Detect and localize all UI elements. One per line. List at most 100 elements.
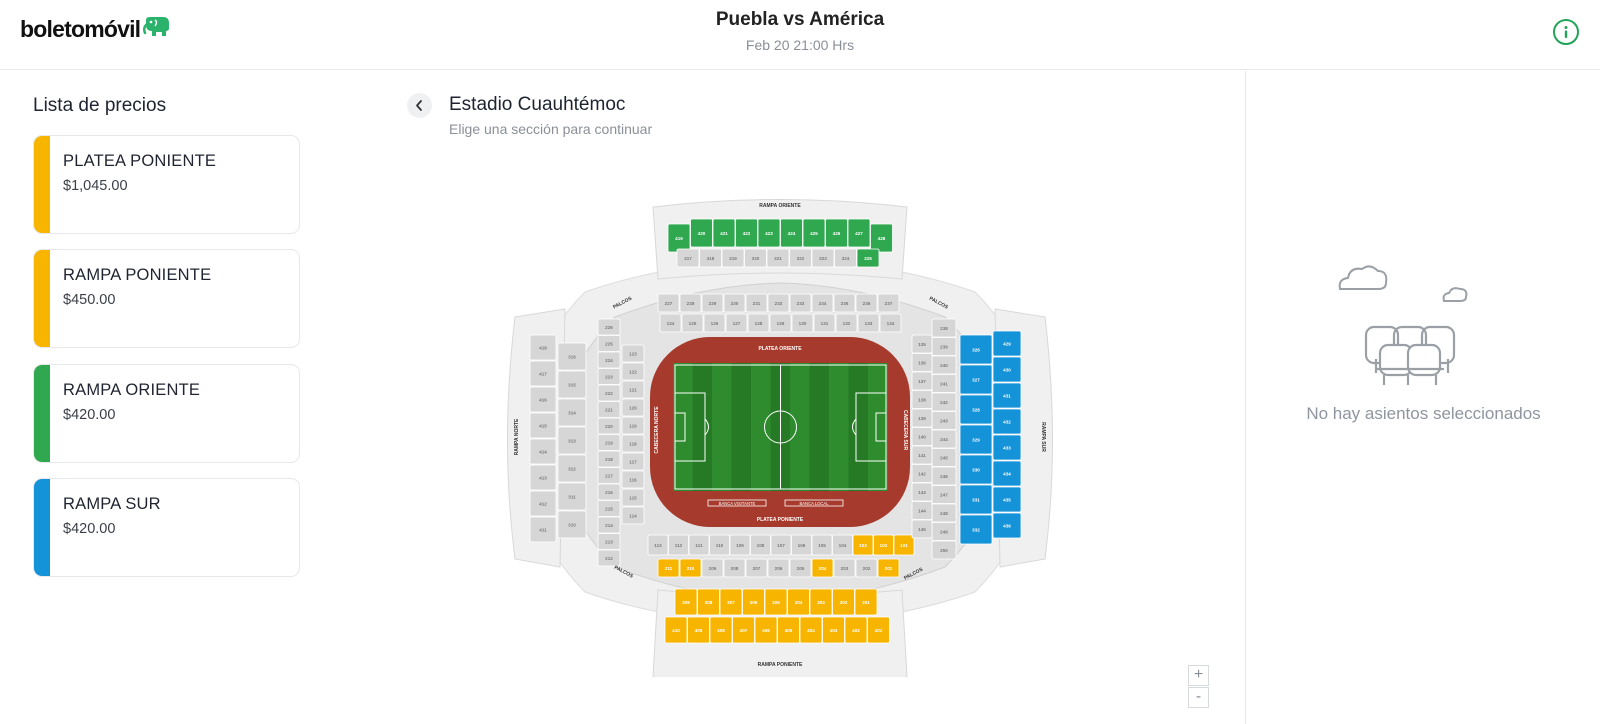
svg-text:245: 245 <box>940 455 948 460</box>
back-button[interactable] <box>407 93 432 118</box>
svg-text:228: 228 <box>687 301 695 306</box>
section-401[interactable]: 401 <box>867 616 890 644</box>
svg-text:135: 135 <box>918 342 926 347</box>
section-237: 237 <box>877 293 900 313</box>
section-101[interactable]: 101 <box>893 534 915 556</box>
section-126: 126 <box>703 313 726 333</box>
section-325[interactable]: 325 <box>856 248 880 268</box>
svg-text:125: 125 <box>689 321 697 326</box>
svg-text:428: 428 <box>878 236 886 241</box>
selection-panel: No hay asientos seleccionados <box>1245 71 1600 724</box>
section-426[interactable]: 426 <box>825 218 848 248</box>
svg-text:208: 208 <box>731 566 739 571</box>
section-407[interactable]: 407 <box>732 616 755 644</box>
section-102[interactable]: 102 <box>873 534 894 556</box>
svg-text:239: 239 <box>940 344 948 349</box>
section-429[interactable]: 429 <box>992 330 1022 357</box>
section-301[interactable]: 301 <box>854 588 878 616</box>
section-323: 323 <box>811 248 835 268</box>
price-card-rampa-sur[interactable]: RAMPA SUR $420.00 <box>33 478 300 577</box>
svg-text:246: 246 <box>940 474 948 479</box>
section-434[interactable]: 434 <box>992 460 1022 487</box>
section-106: 106 <box>791 534 812 556</box>
section-406[interactable]: 406 <box>754 616 778 644</box>
section-302[interactable]: 302 <box>832 588 855 616</box>
svg-text:144: 144 <box>918 508 926 513</box>
svg-text:405: 405 <box>785 628 793 633</box>
svg-text:235: 235 <box>841 301 849 306</box>
section-326[interactable]: 326 <box>959 334 993 365</box>
section-308[interactable]: 308 <box>697 588 720 616</box>
svg-text:127: 127 <box>733 321 741 326</box>
section-403[interactable]: 403 <box>822 616 845 644</box>
section-329[interactable]: 329 <box>959 424 993 455</box>
svg-text:303: 303 <box>817 600 825 605</box>
section-210[interactable]: 210 <box>679 558 702 578</box>
section-435[interactable]: 435 <box>992 486 1022 513</box>
section-307[interactable]: 307 <box>719 588 743 616</box>
stadium-map[interactable]: 419 420 421 422 423 424 425 426 427 428 317 318 319 3… <box>490 197 1070 685</box>
section-404[interactable]: 404 <box>799 616 823 644</box>
section-405[interactable]: 405 <box>777 616 800 644</box>
section-428[interactable]: 428 <box>870 223 893 253</box>
section-409[interactable]: 409 <box>687 616 710 644</box>
section-432[interactable]: 432 <box>992 408 1022 435</box>
section-424[interactable]: 424 <box>780 218 803 248</box>
section-303[interactable]: 303 <box>809 588 833 616</box>
svg-text:119: 119 <box>629 423 637 428</box>
section-423[interactable]: 423 <box>757 218 781 248</box>
section-330[interactable]: 330 <box>959 454 993 485</box>
zoom-in-button[interactable]: + <box>1188 665 1209 686</box>
svg-text:227: 227 <box>665 301 673 306</box>
section-433[interactable]: 433 <box>992 434 1022 461</box>
section-332[interactable]: 332 <box>959 514 993 545</box>
section-425[interactable]: 425 <box>802 218 826 248</box>
svg-text:304: 304 <box>795 600 803 605</box>
section-327[interactable]: 327 <box>959 364 993 395</box>
section-436[interactable]: 436 <box>992 512 1022 539</box>
section-430[interactable]: 430 <box>992 356 1022 383</box>
section-427[interactable]: 427 <box>847 218 871 248</box>
section-420[interactable]: 420 <box>690 218 713 248</box>
section-204[interactable]: 204 <box>811 558 834 578</box>
section-419[interactable]: 419 <box>667 223 691 253</box>
section-422[interactable]: 422 <box>735 218 758 248</box>
section-212: 212 <box>597 549 621 567</box>
section-304[interactable]: 304 <box>787 588 810 616</box>
section-408[interactable]: 408 <box>709 616 733 644</box>
section-103[interactable]: 103 <box>852 534 874 556</box>
svg-text:114: 114 <box>629 513 637 518</box>
section-421[interactable]: 421 <box>712 218 736 248</box>
section-217: 217 <box>597 467 621 484</box>
section-309[interactable]: 309 <box>674 588 698 616</box>
section-410[interactable]: 410 <box>664 616 688 644</box>
svg-text:130: 130 <box>799 321 807 326</box>
section-331[interactable]: 331 <box>959 484 993 515</box>
section-321: 321 <box>766 248 790 268</box>
svg-text:214: 214 <box>605 523 613 528</box>
svg-text:222: 222 <box>605 391 613 396</box>
section-145: 145 <box>911 519 933 539</box>
section-208: 208 <box>723 558 746 578</box>
price-card-rampa-poniente[interactable]: RAMPA PONIENTE $450.00 <box>33 249 300 348</box>
section-138: 138 <box>911 390 933 409</box>
section-306[interactable]: 306 <box>742 588 765 616</box>
svg-text:132: 132 <box>843 321 851 326</box>
section-402[interactable]: 402 <box>844 616 868 644</box>
info-icon[interactable] <box>1553 19 1579 45</box>
svg-text:242: 242 <box>940 400 948 405</box>
section-144: 144 <box>911 501 933 520</box>
section-305[interactable]: 305 <box>764 588 788 616</box>
section-220: 220 <box>597 417 621 435</box>
section-118: 118 <box>621 434 645 453</box>
section-211[interactable]: 211 <box>657 558 680 578</box>
section-245: 245 <box>931 448 957 467</box>
price-card-rampa-oriente[interactable]: RAMPA ORIENTE $420.00 <box>33 364 300 463</box>
zoom-out-button[interactable]: - <box>1188 687 1209 708</box>
section-131: 131 <box>813 313 836 333</box>
price-card-name: RAMPA ORIENTE <box>63 381 201 399</box>
price-card-platea-poniente[interactable]: PLATEA PONIENTE $1,045.00 <box>33 135 300 234</box>
section-431[interactable]: 431 <box>992 382 1022 409</box>
section-201[interactable]: 201 <box>877 558 900 578</box>
section-328[interactable]: 328 <box>959 394 993 425</box>
